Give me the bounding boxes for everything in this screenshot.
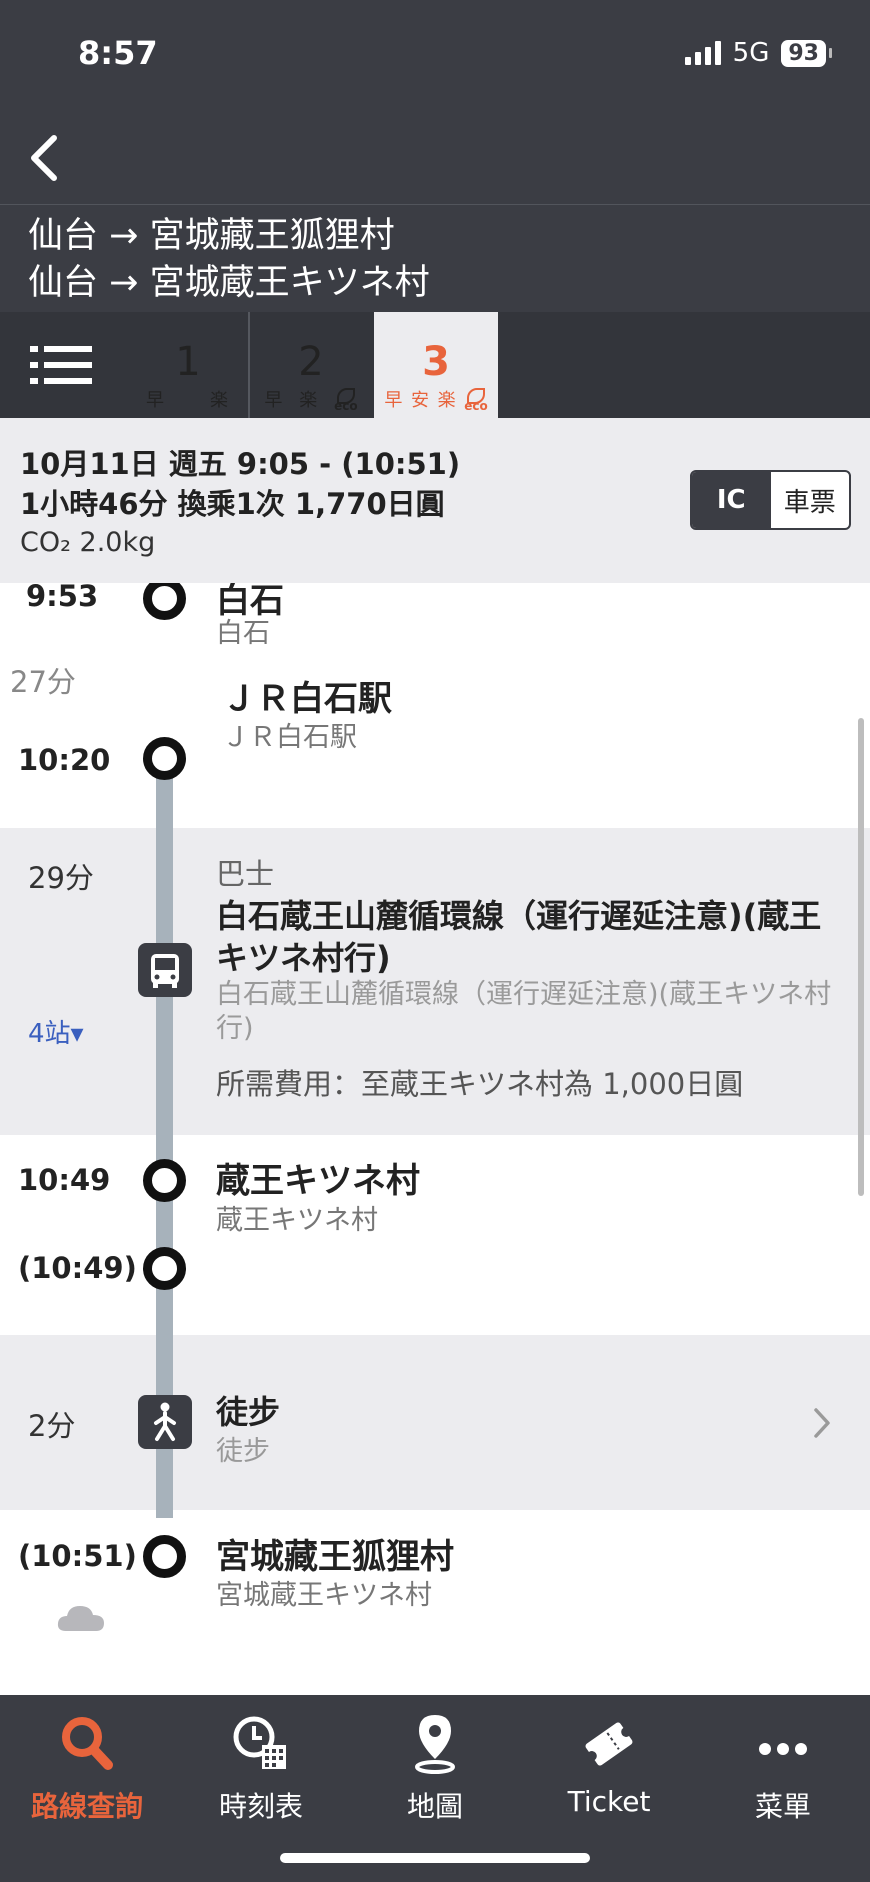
back-chevron-icon[interactable] [22, 130, 72, 186]
bus-duration: 29分 [28, 861, 94, 895]
eco-icon: eco [464, 388, 488, 412]
stop-node [143, 737, 186, 780]
stop-name-jr-shiroishi[interactable]: ＪＲ白石駅 [222, 671, 392, 720]
bus-line-sub: 白石蔵王山麓循環線（運行遅延注意)(蔵王キツネ村行) [216, 979, 832, 1044]
bus-stops-expand[interactable]: 4站▾ [28, 1013, 84, 1050]
status-time: 8:57 [78, 34, 158, 72]
nav-bar [0, 110, 870, 204]
status-right: 5G 93 [684, 38, 832, 68]
search-icon [62, 1717, 113, 1770]
stop-node [143, 1159, 186, 1202]
walk-sub: 徒步 [216, 1436, 270, 1467]
list-icon[interactable] [30, 346, 92, 384]
cloud-icon [57, 1606, 104, 1631]
tab-route-1[interactable]: 1 早 楽 [126, 312, 250, 418]
bus-fare: 所需費用：至蔵王キツネ村為 1,000日圓 [216, 1067, 744, 1101]
bus-icon [138, 943, 192, 997]
signal-icon [684, 41, 721, 65]
fare-type-toggle: IC 車票 [690, 470, 851, 530]
route-title-ja: 仙台 → 宮城蔵王キツネ村 [28, 263, 430, 303]
walk-label[interactable]: 徒步 [216, 1387, 280, 1433]
stop-sub-shiroishi: 白石 [216, 618, 270, 649]
status-bar: 8:57 5G 93 [0, 0, 870, 110]
stop-node [143, 1535, 186, 1578]
battery-icon: 93 [781, 39, 832, 67]
tab-route-3[interactable]: 3 早 安 楽 eco [374, 312, 498, 418]
walk-duration: 2分 [28, 1409, 76, 1443]
stop-sub-zao: 蔵王キツネ村 [216, 1205, 378, 1236]
battery-level: 93 [781, 39, 826, 67]
walk-segment-band[interactable] [0, 1335, 870, 1510]
route-tabs: 1 早 楽 2 早 楽 eco 3 早 安 楽 eco [0, 312, 870, 418]
tab-timetable[interactable]: 時刻表 [174, 1709, 348, 1825]
tab-menu[interactable]: 菜單 [696, 1709, 870, 1825]
ic-fare-button[interactable]: IC [692, 472, 771, 528]
time-jr-shiroishi: 10:20 [18, 743, 111, 777]
timetable-icon [233, 1716, 286, 1769]
time-final-arrival: (10:51) [18, 1539, 137, 1573]
walk-icon [138, 1395, 192, 1449]
tab-route-search[interactable]: 路線查詢 [0, 1709, 174, 1825]
scrollbar[interactable] [858, 718, 864, 1196]
time-zao-arrival: 10:49 [18, 1163, 111, 1197]
chevron-right-icon[interactable] [810, 1405, 834, 1441]
stop-sub-final: 宮城蔵王キツネ村 [216, 1580, 432, 1611]
eco-icon: eco [334, 388, 358, 412]
ticket-fare-button[interactable]: 車票 [771, 472, 850, 528]
stop-sub-jr-shiroishi: ＪＲ白石駅 [222, 722, 357, 753]
home-indicator[interactable] [280, 1853, 590, 1863]
route-summary: 10月11日 週五 9:05 - (10:51) 1小時46分 換乘1次 1,7… [0, 418, 870, 583]
transfer-wait-duration: 27分 [10, 665, 76, 699]
stop-node [143, 1247, 186, 1290]
stop-name-zao[interactable]: 蔵王キツネ村 [216, 1153, 420, 1202]
tab-map[interactable]: 地圖 [348, 1709, 522, 1825]
segment-type-bus: 巴士 [216, 857, 275, 891]
route-title-zh: 仙台 → 宮城藏王狐狸村 [28, 216, 395, 256]
tab-route-2[interactable]: 2 早 楽 eco [248, 312, 372, 418]
ticket-icon [585, 1722, 633, 1766]
more-icon [759, 1743, 807, 1755]
stop-name-final[interactable]: 宮城藏王狐狸村 [216, 1529, 454, 1578]
network-label: 5G [732, 38, 770, 68]
map-pin-icon [415, 1715, 455, 1774]
route-header: 仙台 → 宮城藏王狐狸村 仙台 → 宮城蔵王キツネ村 [0, 204, 870, 312]
tab-ticket[interactable]: Ticket [522, 1709, 696, 1818]
time-zao-departure: (10:49) [18, 1251, 137, 1285]
time-shiroishi: 9:53 [26, 583, 99, 613]
stop-node [143, 583, 186, 620]
route-timeline: 9:53 白石 白石 27分 ＪＲ白石駅 ＪＲ白石駅 10:20 29分 巴士 … [0, 583, 870, 1695]
bus-line-name[interactable]: 白石蔵王山麓循環線（運行遅延注意)(蔵王キツネ村行) [216, 895, 826, 979]
